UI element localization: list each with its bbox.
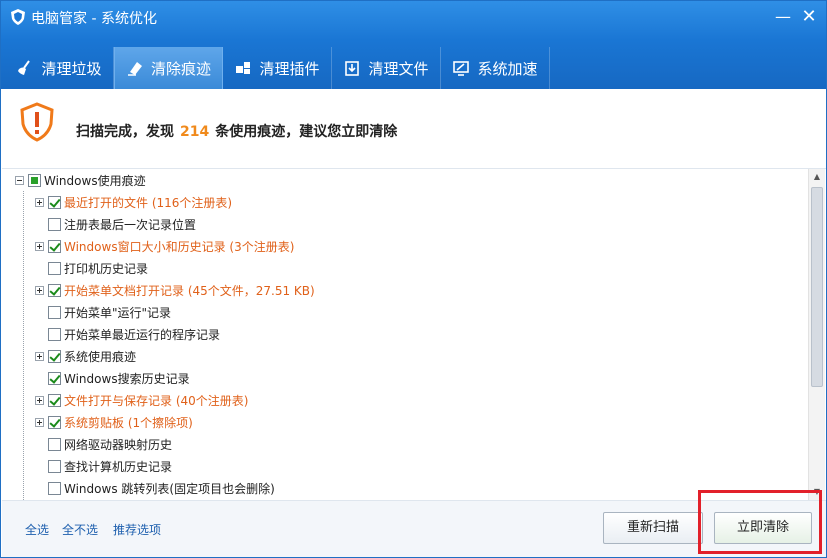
tree-item-label: 注册表最后一次记录位置 <box>64 217 197 232</box>
item-checkbox[interactable] <box>48 195 61 209</box>
item-checkbox[interactable] <box>48 283 61 297</box>
tree-item-label: Windows搜索历史记录 <box>64 371 190 386</box>
select-all-link[interactable]: 全选 <box>25 521 49 538</box>
tree-item[interactable]: 打印机历史记录 <box>35 257 148 279</box>
tree-item[interactable]: 系统剪贴板 (1个擦除项) <box>35 411 193 433</box>
select-none-link[interactable]: 全不选 <box>62 521 98 538</box>
monitor-icon <box>453 61 470 76</box>
item-checkbox[interactable] <box>48 327 61 341</box>
tree-item[interactable]: 开始菜单"运行"记录 <box>35 301 171 323</box>
expand-icon[interactable] <box>35 197 44 207</box>
tree-item[interactable]: 开始菜单最近运行的程序记录 <box>35 323 220 345</box>
item-checkbox[interactable] <box>48 371 61 385</box>
window-title: 电脑管家 - 系统优化 <box>31 11 157 27</box>
tree-item[interactable]: 文件打开与保存记录 (40个注册表) <box>35 389 248 411</box>
tree-item-label: Windows窗口大小和历史记录 (3个注册表) <box>64 239 295 254</box>
tab-clean-junk[interactable]: 清理垃圾 <box>5 47 114 89</box>
tab-system-boost[interactable]: 系统加速 <box>441 47 550 89</box>
shield-logo-icon <box>11 9 25 25</box>
item-checkbox[interactable] <box>48 239 61 253</box>
tree-item[interactable]: 系统使用痕迹 <box>35 345 136 367</box>
tree-item-label: 开始菜单最近运行的程序记录 <box>64 327 221 342</box>
tab-label: 清除痕迹 <box>150 59 211 78</box>
scroll-thumb[interactable] <box>811 187 823 387</box>
tab-label: 清理插件 <box>259 59 320 78</box>
tree-item-label: 打印机历史记录 <box>64 261 149 276</box>
item-checkbox[interactable] <box>48 349 61 363</box>
item-checkbox[interactable] <box>48 393 61 407</box>
tree-item-label: 查找计算机历史记录 <box>64 459 173 474</box>
tab-clean-files[interactable]: 清理文件 <box>332 47 441 89</box>
item-checkbox[interactable] <box>48 459 61 473</box>
tree-item-label: 网络驱动器映射历史 <box>64 437 173 452</box>
tree-connector-line <box>23 191 24 500</box>
puzzle-icon <box>236 62 251 74</box>
tree-item[interactable]: 开始菜单文档打开记录 (45个文件，27.51 KB) <box>35 279 315 301</box>
minimize-icon[interactable]: — <box>771 7 795 27</box>
expand-icon[interactable] <box>35 351 44 361</box>
item-checkbox[interactable] <box>48 217 61 231</box>
tab-bar: 清理垃圾 清除痕迹 清理插件 清理文件 系统加速 <box>5 47 550 89</box>
eraser-icon <box>127 62 142 76</box>
broom-icon <box>18 60 31 75</box>
trace-count: 214 <box>180 124 210 140</box>
tree-item[interactable]: Windows 跳转列表(固定项目也会删除) <box>35 477 275 499</box>
tree-item-label: Windows 跳转列表(固定项目也会删除) <box>64 481 275 496</box>
title-bar: 电脑管家 - 系统优化 — ✕ 清理垃圾 清除痕迹 清理插件 清理文件 系统加速 <box>1 1 826 89</box>
scan-result-suffix: 条使用痕迹，建议您立即清除 <box>215 124 398 140</box>
tree-item[interactable]: Windows搜索历史记录 <box>35 367 190 389</box>
tab-label: 清理文件 <box>368 59 429 78</box>
tree-root[interactable]: Windows使用痕迹 <box>15 169 146 191</box>
tab-clean-plugins[interactable]: 清理插件 <box>223 47 332 89</box>
expand-icon[interactable] <box>35 241 44 251</box>
tree-item[interactable]: 注册表最后一次记录位置 <box>35 213 196 235</box>
close-icon[interactable]: ✕ <box>797 7 821 27</box>
tree-root-label: Windows使用痕迹 <box>44 173 146 188</box>
recommended-link[interactable]: 推荐选项 <box>113 521 161 538</box>
expand-icon[interactable] <box>35 417 44 427</box>
tree-item[interactable]: 网络驱动器映射历史 <box>35 433 172 455</box>
tree-item-label: 最近打开的文件 (116个注册表) <box>64 195 233 210</box>
scan-result-prefix: 扫描完成，发现 <box>76 124 174 140</box>
app-window: 电脑管家 - 系统优化 — ✕ 清理垃圾 清除痕迹 清理插件 清理文件 系统加速… <box>0 0 827 558</box>
tree-item-label: 开始菜单"运行"记录 <box>64 305 172 320</box>
file-box-icon <box>345 61 360 76</box>
item-checkbox[interactable] <box>48 415 61 429</box>
expand-icon[interactable] <box>35 285 44 295</box>
expand-icon[interactable] <box>35 395 44 405</box>
item-checkbox[interactable] <box>48 305 61 319</box>
annotation-highlight-box <box>698 490 822 554</box>
scan-result-text: 扫描完成，发现 214 条使用痕迹，建议您立即清除 <box>76 121 397 141</box>
warning-shield-icon <box>20 102 54 142</box>
tree-item-label: 开始菜单文档打开记录 (45个文件，27.51 KB) <box>64 283 315 298</box>
tree-item-label: 文件打开与保存记录 (40个注册表) <box>64 393 249 408</box>
tree-item-label: 系统使用痕迹 <box>64 349 137 364</box>
scroll-up-icon[interactable]: ▲ <box>809 169 825 185</box>
tab-clear-traces[interactable]: 清除痕迹 <box>114 47 223 89</box>
item-checkbox[interactable] <box>48 437 61 451</box>
rescan-button[interactable]: 重新扫描 <box>603 512 703 544</box>
tree-item-label: 系统剪贴板 (1个擦除项) <box>64 415 193 430</box>
item-checkbox[interactable] <box>48 261 61 275</box>
tab-label: 清理垃圾 <box>41 59 102 78</box>
root-checkbox[interactable] <box>28 173 41 187</box>
tree-item[interactable]: 最近打开的文件 (116个注册表) <box>35 191 232 213</box>
title-row: 电脑管家 - 系统优化 — ✕ <box>1 1 826 33</box>
tree-item[interactable]: 查找计算机历史记录 <box>35 455 172 477</box>
collapse-icon[interactable] <box>15 175 24 185</box>
scan-result-banner: 扫描完成，发现 214 条使用痕迹，建议您立即清除 <box>2 89 826 169</box>
item-checkbox[interactable] <box>48 481 61 495</box>
tree-item[interactable]: Windows窗口大小和历史记录 (3个注册表) <box>35 235 294 257</box>
vertical-scrollbar[interactable]: ▲ ▼ <box>808 169 825 500</box>
trace-tree: Windows使用痕迹最近打开的文件 (116个注册表) 注册表最后一次记录位置 W… <box>2 169 808 500</box>
tab-label: 系统加速 <box>477 59 538 78</box>
